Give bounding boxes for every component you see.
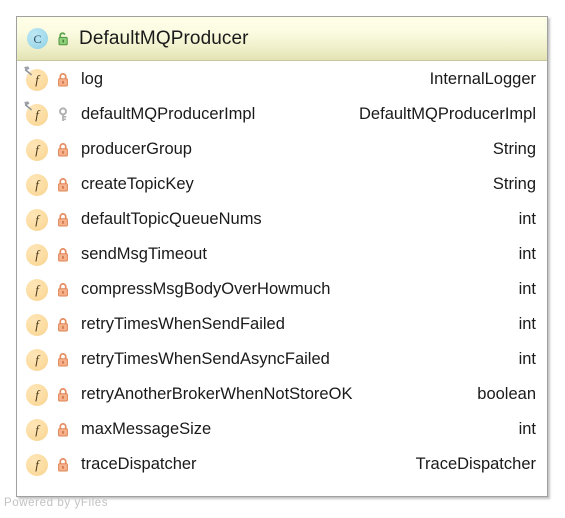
member-type: boolean <box>477 385 536 403</box>
lock-orange-icon <box>55 282 71 298</box>
static-marker-icon <box>24 100 32 110</box>
member-name: createTopicKey <box>81 175 194 193</box>
member-row[interactable]: f compressMsgBodyOverHowmuch int <box>17 272 547 307</box>
member-name: retryAnotherBrokerWhenNotStoreOK <box>81 385 353 403</box>
field-icon-letter: f <box>26 313 48 336</box>
class-header[interactable]: C DefaultMQProducer <box>17 17 547 61</box>
field-icon: f <box>26 383 48 406</box>
member-name: compressMsgBodyOverHowmuch <box>81 280 331 298</box>
lock-orange-icon <box>55 212 71 228</box>
member-name: defaultMQProducerImpl <box>81 105 256 123</box>
lock-orange-icon <box>55 247 71 263</box>
field-icon-letter: f <box>26 453 48 476</box>
field-icon-letter: f <box>26 278 48 301</box>
field-icon: f <box>26 278 48 301</box>
static-marker-icon <box>24 65 32 75</box>
field-icon: f <box>26 313 48 336</box>
field-icon-letter: f <box>26 208 48 231</box>
member-type: String <box>492 140 536 158</box>
class-name-label: DefaultMQProducer <box>79 27 249 49</box>
field-icon: f <box>26 243 48 266</box>
member-row[interactable]: f sendMsgTimeout int <box>17 237 547 272</box>
member-name: log <box>81 70 104 88</box>
member-type: DefaultMQProducerImpl <box>359 105 536 123</box>
member-row[interactable]: f producerGroup String <box>17 132 547 167</box>
lock-orange-icon <box>55 177 71 193</box>
member-type: InternalLogger <box>429 70 536 88</box>
class-icon: C <box>27 28 48 49</box>
member-name: retryTimesWhenSendFailed <box>81 315 285 333</box>
member-name: maxMessageSize <box>81 420 212 438</box>
member-name: producerGroup <box>81 140 192 158</box>
field-icon-letter: f <box>26 173 48 196</box>
lock-orange-icon <box>55 142 71 158</box>
key-gray-icon <box>55 106 71 123</box>
uml-class-node[interactable]: C DefaultMQProducer f log InternalLogger… <box>16 16 548 497</box>
member-row[interactable]: f createTopicKey String <box>17 167 547 202</box>
yfiles-watermark: Powered by yFiles <box>4 497 109 509</box>
member-name: defaultTopicQueueNums <box>81 210 262 228</box>
field-icon: f <box>26 138 48 161</box>
member-row[interactable]: f retryTimesWhenSendFailed int <box>17 307 547 342</box>
member-row[interactable]: f traceDispatcher TraceDispatcher <box>17 447 547 482</box>
lock-orange-icon <box>55 387 71 403</box>
field-icon: f <box>24 100 48 126</box>
member-row[interactable]: f retryAnotherBrokerWhenNotStoreOK boole… <box>17 377 547 412</box>
field-icon-letter: f <box>26 418 48 441</box>
member-row[interactable]: f retryTimesWhenSendAsyncFailed int <box>17 342 547 377</box>
member-type: int <box>518 210 536 228</box>
field-icon: f <box>26 208 48 231</box>
member-name: retryTimesWhenSendAsyncFailed <box>81 350 330 368</box>
lock-orange-icon <box>55 72 71 88</box>
members-list: f log InternalLogger f defaultMQProducer… <box>17 61 547 482</box>
member-row[interactable]: f maxMessageSize int <box>17 412 547 447</box>
member-name: traceDispatcher <box>81 455 197 473</box>
field-icon-letter: f <box>26 243 48 266</box>
field-icon: f <box>26 453 48 476</box>
member-type: int <box>518 315 536 333</box>
lock-orange-icon <box>55 457 71 473</box>
member-type: int <box>518 280 536 298</box>
field-icon-letter: f <box>26 348 48 371</box>
member-row[interactable]: f log InternalLogger <box>17 62 547 97</box>
member-name: sendMsgTimeout <box>81 245 207 263</box>
unlock-green-icon <box>56 31 70 47</box>
member-row[interactable]: f defaultMQProducerImpl DefaultMQProduce… <box>17 97 547 132</box>
field-icon-letter: f <box>26 383 48 406</box>
field-icon: f <box>26 173 48 196</box>
lock-orange-icon <box>55 352 71 368</box>
lock-orange-icon <box>55 317 71 333</box>
member-type: int <box>518 245 536 263</box>
field-icon-letter: f <box>26 138 48 161</box>
member-type: int <box>518 420 536 438</box>
field-icon: f <box>24 65 48 91</box>
member-type: int <box>518 350 536 368</box>
member-row[interactable]: f defaultTopicQueueNums int <box>17 202 547 237</box>
lock-orange-icon <box>55 422 71 438</box>
field-icon: f <box>26 348 48 371</box>
field-icon: f <box>26 418 48 441</box>
member-type: TraceDispatcher <box>415 455 536 473</box>
member-type: String <box>492 175 536 193</box>
